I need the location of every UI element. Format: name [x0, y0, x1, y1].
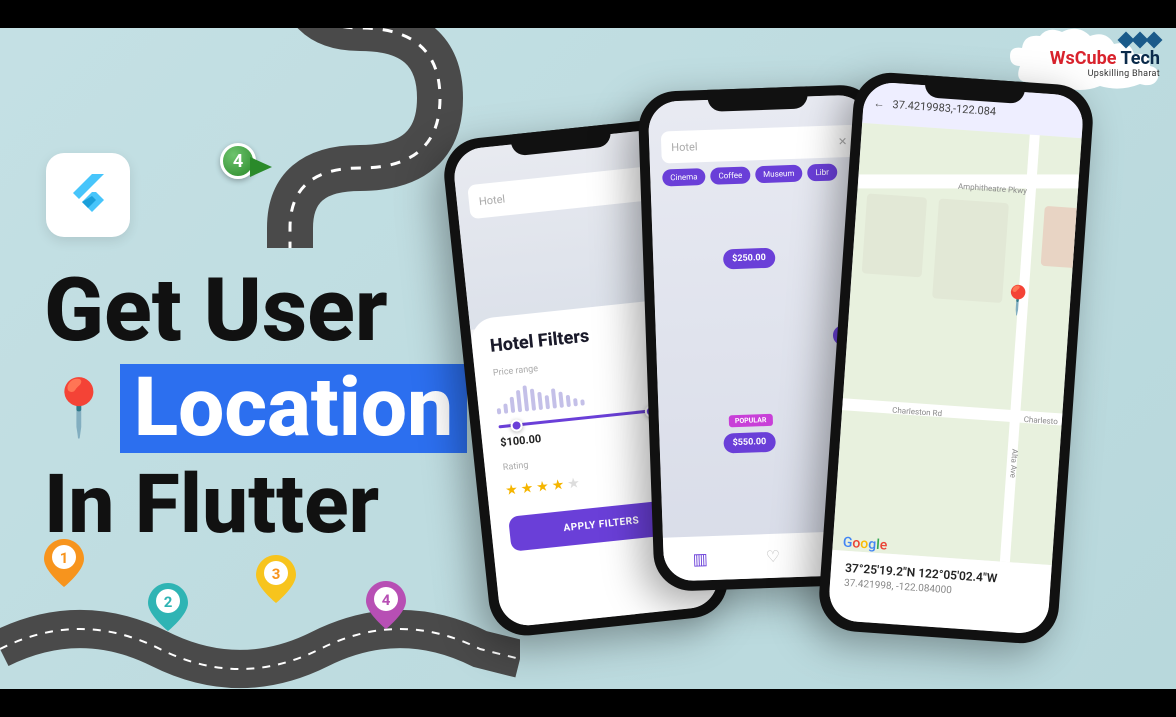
logo-tagline: Upskilling Bharat — [1050, 69, 1160, 79]
step-pin-2: 2 — [148, 583, 188, 631]
chip-cinema[interactable]: Cinema — [662, 168, 706, 186]
popular-badge: POPULAR — [729, 414, 773, 428]
nav-heart-icon[interactable]: ♡ — [766, 546, 781, 565]
back-icon[interactable]: ← — [873, 96, 885, 110]
map-price-marker[interactable]: $550.00 — [723, 432, 775, 454]
chip-museum[interactable]: Museum — [755, 165, 803, 184]
chip-coffee[interactable]: Coffee — [710, 166, 750, 184]
road-label: Charlesto — [1023, 415, 1058, 426]
chip-library[interactable]: Libr — [807, 163, 837, 181]
category-chips: Cinema Coffee Museum Libr — [662, 163, 837, 186]
title-highlight: Location — [120, 364, 467, 453]
nav-map-icon[interactable]: ▥ — [692, 549, 708, 569]
phone-location-mockup: ← 37.4219983,-122.084 Amphitheatre Pkwy … — [817, 70, 1095, 645]
map-search-input[interactable]: Hotel✕ — [661, 125, 858, 164]
title-line-1: Get User — [44, 263, 467, 358]
pin-icon: 📍 — [44, 378, 114, 438]
step-pin-4: 4 — [366, 581, 406, 629]
location-pin-icon: 📍 — [999, 283, 1036, 318]
close-icon[interactable]: ✕ — [838, 135, 848, 148]
road-label: Alta Ave — [1008, 449, 1019, 479]
step-pin-1: 1 — [44, 539, 84, 587]
price-min: $100.00 — [500, 432, 542, 449]
svg-text:2: 2 — [164, 593, 173, 611]
search-input[interactable]: Hotel✕ — [467, 165, 665, 219]
map-price-marker[interactable]: $250.00 — [723, 248, 775, 270]
bottom-road-map: 1 2 3 4 — [0, 499, 520, 689]
road-step-pin-4: 4 — [220, 143, 264, 187]
brand-logo: WsCube Tech Upskilling Bharat — [1050, 34, 1160, 79]
logo-name-a: WsCube — [1050, 48, 1121, 69]
svg-text:4: 4 — [382, 591, 391, 609]
step-pin-3: 3 — [256, 555, 296, 603]
logo-name-b: Tech — [1120, 48, 1160, 69]
flutter-icon — [46, 153, 130, 237]
svg-text:1: 1 — [60, 549, 69, 567]
svg-text:3: 3 — [272, 565, 281, 583]
google-map[interactable]: Amphitheatre Pkwy Charleston Rd Charlest… — [832, 123, 1081, 565]
